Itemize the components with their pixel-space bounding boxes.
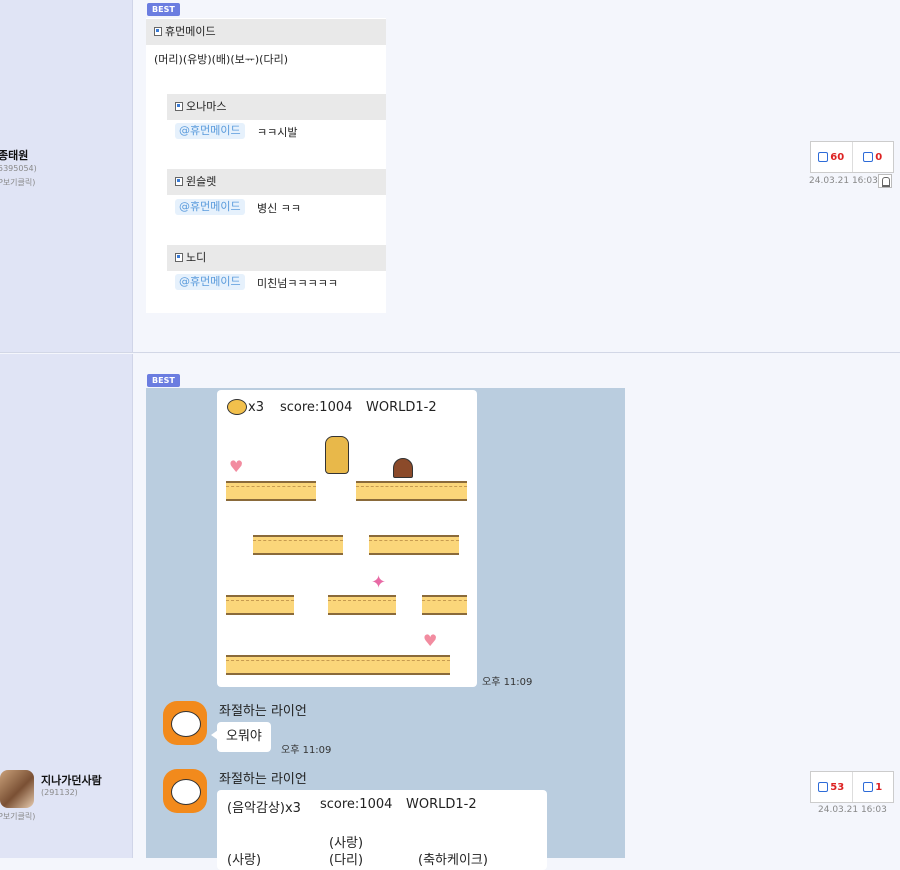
comment-1: 종태원 5395054) P보기클릭) BEST 휴먼메이드 (머리)(유방)(…: [0, 0, 900, 353]
upvote-count: 53: [830, 781, 845, 793]
message-time: 오후 11:09: [281, 745, 332, 756]
sender-name: 좌절하는 라이언: [219, 704, 307, 719]
user-panel: 지나가던사람 (291132) P보기클릭): [0, 354, 133, 858]
platform: [226, 595, 294, 615]
thumb-down-icon: [863, 782, 874, 792]
score-text: score:1004: [320, 797, 393, 812]
reply-author: 오나마스: [186, 100, 227, 113]
card-line: (음악감상)x3: [227, 801, 301, 816]
bell-icon[interactable]: [878, 174, 892, 188]
best-badge: BEST: [147, 3, 180, 16]
reply-author: 윈슬렛: [186, 175, 217, 188]
platform: [356, 481, 467, 501]
platform: [328, 595, 396, 615]
reply-text: 미친넘ㅋㅋㅋㅋㅋ: [257, 277, 338, 290]
user-profile-link[interactable]: P보기클릭): [0, 811, 35, 822]
reply-header: 오나마스: [167, 94, 386, 120]
emoticon-label: (다리): [329, 853, 364, 868]
upvote-button[interactable]: 60: [811, 142, 853, 172]
post-body: (머리)(유방)(배)(보ᅲ)(다리): [154, 53, 288, 66]
score-text: score:1004: [280, 400, 353, 415]
post-header-author: 휴먼메이드: [165, 25, 216, 38]
best-badge: BEST: [147, 374, 180, 387]
vote-box: 60 0: [810, 141, 894, 173]
emoticon-label: (축하케이크): [418, 853, 488, 868]
reply-header: 윈슬렛: [167, 169, 386, 195]
thumb-up-icon: [818, 152, 829, 162]
jumping-character-icon: [325, 436, 349, 474]
thumb-up-icon: [818, 782, 829, 792]
user-profile-link[interactable]: P보기클릭): [0, 177, 35, 188]
file-icon: [175, 102, 183, 111]
upvote-count: 60: [830, 151, 845, 163]
platform: [226, 655, 450, 675]
lion-avatar-icon[interactable]: [163, 769, 207, 813]
platform: [226, 481, 316, 501]
timestamp: 24.03.21 16:03: [818, 805, 887, 815]
user-id: 5395054): [0, 164, 37, 173]
sender-name: 좌절하는 라이언: [219, 772, 307, 787]
file-icon: [154, 27, 162, 36]
bear-icon: [227, 399, 247, 415]
reply-text: 병신 ㅋㅋ: [257, 202, 301, 215]
user-panel: 종태원 5395054) P보기클릭): [0, 0, 133, 352]
platform: [422, 595, 467, 615]
mention-tag[interactable]: @휴먼메이드: [175, 123, 245, 139]
message-time: 오후 11:09: [482, 677, 533, 688]
magic-wand-icon: ✦: [371, 572, 387, 593]
file-icon: [175, 253, 183, 262]
downvote-count: 1: [875, 781, 883, 793]
game-card-2: (음악감상)x3 score:1004 WORLD1-2 (사랑) (사랑) (…: [217, 790, 547, 870]
timestamp: 24.03.21 16:03: [809, 176, 878, 186]
upvote-button[interactable]: 53: [811, 772, 853, 802]
heart-icon: ♥: [423, 631, 438, 650]
post-content: 휴먼메이드 (머리)(유방)(배)(보ᅲ)(다리) 오나마스 @휴먼메이드 ㅋㅋ…: [146, 18, 386, 313]
reply-text: ㅋㅋ시발: [257, 126, 298, 139]
game-card: x3 score:1004 WORLD1-2 ♥ ✦ ♥: [217, 390, 477, 687]
lion-avatar-icon[interactable]: [163, 701, 207, 745]
downvote-count: 0: [875, 151, 883, 163]
mention-tag[interactable]: @휴먼메이드: [175, 199, 245, 215]
avatar[interactable]: [0, 770, 34, 808]
mention-tag[interactable]: @휴먼메이드: [175, 274, 245, 290]
user-id: (291132): [41, 788, 78, 797]
downvote-button[interactable]: 1: [853, 772, 894, 802]
platform: [253, 535, 343, 555]
cake-icon: [393, 458, 413, 478]
chat-bubble: 오뭐야: [211, 722, 271, 752]
lives-count: x3: [248, 400, 264, 415]
vote-box: 53 1: [810, 771, 894, 803]
heart-icon: ♥: [229, 457, 244, 476]
platform: [369, 535, 459, 555]
world-text: WORLD1-2: [366, 400, 437, 415]
emoticon-label: (사랑): [227, 853, 262, 868]
thumb-down-icon: [863, 152, 874, 162]
file-icon: [175, 177, 183, 186]
user-name[interactable]: 종태원: [0, 147, 28, 163]
user-name[interactable]: 지나가던사람: [41, 772, 102, 788]
post-header: 휴먼메이드: [146, 19, 386, 45]
downvote-button[interactable]: 0: [853, 142, 894, 172]
reply-header: 노디: [167, 245, 386, 271]
world-text: WORLD1-2: [406, 797, 477, 812]
reply-author: 노디: [186, 251, 207, 264]
chat-message: 오뭐야: [226, 729, 262, 744]
